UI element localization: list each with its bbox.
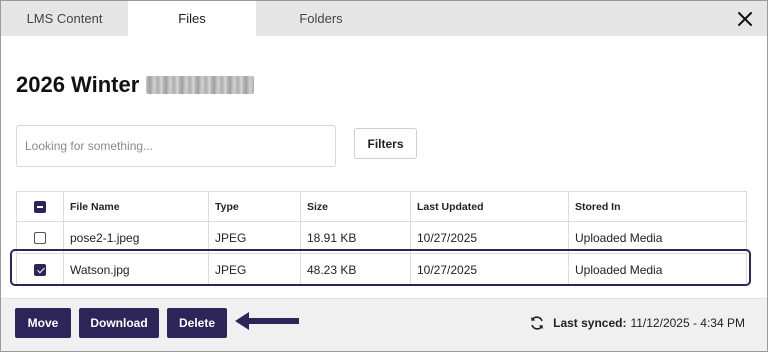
files-dialog: LMS Content Files Folders 2026 Winter Fi… <box>0 0 768 352</box>
row-checkbox[interactable] <box>34 264 46 277</box>
row-select-cell <box>16 253 64 286</box>
header-select-cell <box>16 191 64 222</box>
files-table: File Name Type Size Last Updated Stored … <box>16 191 747 286</box>
last-synced-label: Last synced: <box>553 316 627 330</box>
column-header-size[interactable]: Size <box>300 191 411 222</box>
page-title: 2026 Winter <box>16 72 255 98</box>
column-header-file-name[interactable]: File Name <box>63 191 209 222</box>
last-synced-value: 11/12/2025 - 4:34 PM <box>630 316 745 330</box>
tab-bar: LMS Content Files Folders <box>1 1 767 36</box>
size-cell: 18.91 KB <box>300 221 411 254</box>
table-row[interactable]: pose2-1.jpeg JPEG 18.91 KB 10/27/2025 Up… <box>16 221 747 254</box>
close-icon[interactable] <box>735 9 755 29</box>
stored-in-cell: Uploaded Media <box>568 253 747 286</box>
sync-status: Last synced: 11/12/2025 - 4:34 PM <box>529 315 745 331</box>
tab-files[interactable]: Files <box>128 1 256 36</box>
type-cell: JPEG <box>208 221 301 254</box>
action-footer: Move Download Delete Last synced: 11/12/… <box>1 298 767 351</box>
table-header-row: File Name Type Size Last Updated Stored … <box>16 191 747 222</box>
page-title-text: 2026 Winter <box>16 72 140 97</box>
sync-icon[interactable] <box>529 315 545 331</box>
select-all-checkbox[interactable] <box>34 200 46 213</box>
file-name-cell: pose2-1.jpeg <box>63 221 209 254</box>
filters-button[interactable]: Filters <box>354 128 417 159</box>
column-header-stored-in[interactable]: Stored In <box>568 191 747 222</box>
move-button[interactable]: Move <box>15 308 71 338</box>
last-updated-cell: 10/27/2025 <box>410 253 569 286</box>
file-name-cell: Watson.jpg <box>63 253 209 286</box>
size-cell: 48.23 KB <box>300 253 411 286</box>
row-checkbox[interactable] <box>34 232 46 245</box>
download-button[interactable]: Download <box>79 308 159 338</box>
column-header-last-updated[interactable]: Last Updated <box>410 191 569 222</box>
tab-lms-content[interactable]: LMS Content <box>1 1 128 36</box>
search-input[interactable] <box>16 125 336 167</box>
type-cell: JPEG <box>208 253 301 286</box>
delete-button[interactable]: Delete <box>167 308 227 338</box>
redacted-course-name <box>146 76 255 94</box>
tab-folders[interactable]: Folders <box>256 1 386 36</box>
table-row[interactable]: Watson.jpg JPEG 48.23 KB 10/27/2025 Uplo… <box>16 253 747 286</box>
stored-in-cell: Uploaded Media <box>568 221 747 254</box>
row-select-cell <box>16 221 64 254</box>
arrow-left-icon <box>235 312 299 330</box>
column-header-type[interactable]: Type <box>208 191 301 222</box>
last-updated-cell: 10/27/2025 <box>410 221 569 254</box>
